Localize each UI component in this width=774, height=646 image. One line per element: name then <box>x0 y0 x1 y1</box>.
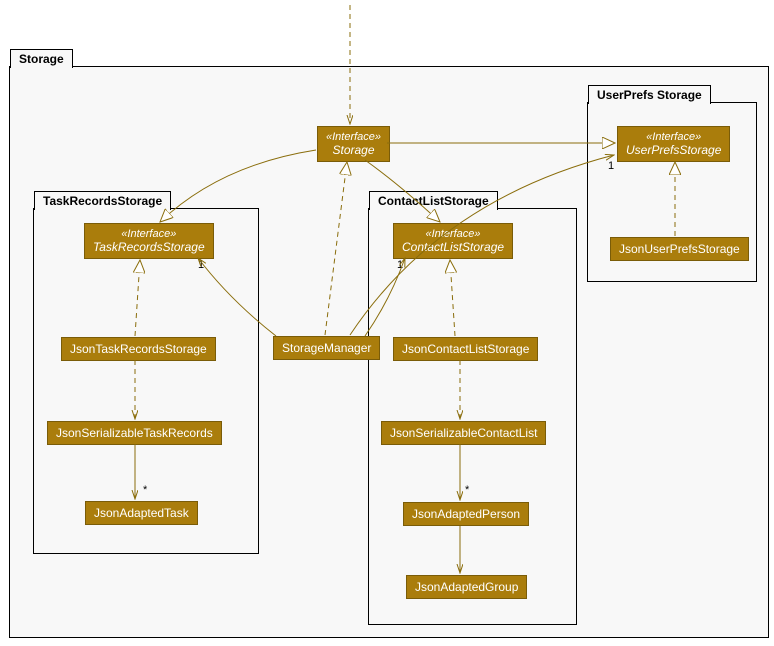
package-userprefs-label: UserPrefs Storage <box>588 85 711 104</box>
class-jsonserializabletask: JsonSerializableTaskRecords <box>47 421 222 445</box>
class-contactlist-interface: «Interface» ContactListStorage <box>393 223 513 259</box>
class-storage-interface: «Interface» Storage <box>317 126 390 162</box>
package-taskrecords-label: TaskRecordsStorage <box>34 191 171 210</box>
mult-userprefs: 1 <box>608 160 614 172</box>
class-jsontaskrecords: JsonTaskRecordsStorage <box>61 337 216 361</box>
package-storage-label: Storage <box>10 49 73 68</box>
class-jsonadaptedperson: JsonAdaptedPerson <box>403 502 529 526</box>
class-userprefs-interface: «Interface» UserPrefsStorage <box>617 126 730 162</box>
class-jsoncontactlist: JsonContactListStorage <box>393 337 538 361</box>
mult-person-many: * <box>465 484 469 496</box>
class-jsonadaptedtask: JsonAdaptedTask <box>85 501 198 525</box>
class-taskrecords-interface: «Interface» TaskRecordsStorage <box>84 223 214 259</box>
mult-task-many: * <box>143 484 147 496</box>
class-jsonadaptedgroup: JsonAdaptedGroup <box>406 575 527 599</box>
class-storagemanager: StorageManager <box>273 336 380 360</box>
package-contactlist-label: ContactListStorage <box>369 191 498 210</box>
storage-stereotype: «Interface» <box>326 131 381 143</box>
class-jsonserializablecontact: JsonSerializableContactList <box>381 421 546 445</box>
mult-contactlist: 1 <box>397 259 403 271</box>
mult-taskrecords: 1 <box>198 259 204 271</box>
storage-name: Storage <box>326 143 381 157</box>
class-jsonuserprefs: JsonUserPrefsStorage <box>610 237 749 261</box>
